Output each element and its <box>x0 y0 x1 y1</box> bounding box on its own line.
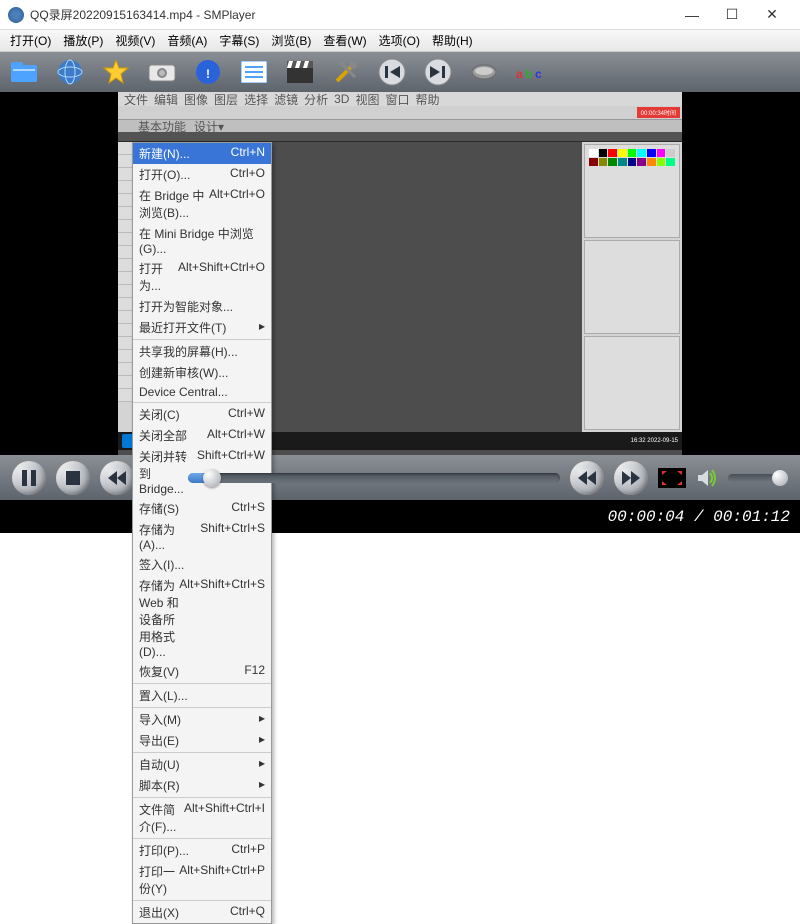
ps-canvas: 新建(N)...Ctrl+N打开(O)...Ctrl+O在 Bridge 中浏览… <box>132 142 582 432</box>
ps-menu-item: 恢复(V)F12 <box>133 661 271 682</box>
ps-adjustments-panel <box>584 240 680 334</box>
screenshot-icon[interactable] <box>146 56 178 88</box>
ps-menu-item: 关闭(C)Ctrl+W <box>133 404 271 425</box>
preferences-icon[interactable] <box>330 56 362 88</box>
menu-help[interactable]: 帮助(H) <box>426 29 479 52</box>
ps-menu-item: 导出(E)▸ <box>133 730 271 751</box>
ps-layers-panel <box>584 336 680 430</box>
skip-back-icon[interactable] <box>376 56 408 88</box>
ps-top: 文件编辑图像图层选择滤镜分析3D视图窗口帮助 00:00:34时间 基本功能设计… <box>118 92 682 142</box>
abc-icon[interactable]: abc <box>514 56 546 88</box>
volume-icon[interactable] <box>696 467 718 489</box>
forward2-button[interactable] <box>614 461 648 495</box>
svg-text:a: a <box>516 67 523 81</box>
clapper-icon[interactable] <box>284 56 316 88</box>
menu-browse[interactable]: 浏览(B) <box>265 29 317 52</box>
favorites-icon[interactable] <box>100 56 132 88</box>
svg-text:c: c <box>535 67 542 81</box>
toolbar: ! abc <box>0 52 800 92</box>
menu-view[interactable]: 查看(W) <box>317 29 372 52</box>
ps-menu-item: 在 Mini Bridge 中浏览(G)... <box>133 223 271 258</box>
ps-toolbox <box>118 142 132 432</box>
svg-text:b: b <box>525 67 532 81</box>
maximize-button[interactable]: ☐ <box>712 1 752 29</box>
ps-menubar: 文件编辑图像图层选择滤镜分析3D视图窗口帮助 <box>118 92 682 106</box>
menu-open[interactable]: 打开(O) <box>4 29 57 52</box>
ps-menu-item: 置入(L)... <box>133 685 271 706</box>
ps-file-menu: 新建(N)...Ctrl+N打开(O)...Ctrl+O在 Bridge 中浏览… <box>132 142 272 924</box>
ps-menu-item: 打印一份(Y)Alt+Shift+Ctrl+P <box>133 861 271 899</box>
ps-menu-item: 在 Bridge 中浏览(B)...Alt+Ctrl+O <box>133 185 271 223</box>
ps-menu-item: 脚本(R)▸ <box>133 775 271 796</box>
skip-fwd-icon[interactable] <box>422 56 454 88</box>
svg-text:!: ! <box>206 67 210 81</box>
ps-menu-item: 打开为智能对象... <box>133 296 271 317</box>
ps-menu-item: Device Central... <box>133 383 271 401</box>
info-icon[interactable]: ! <box>192 56 224 88</box>
ps-menu-item: 存储(S)Ctrl+S <box>133 498 271 519</box>
menu-subtitle[interactable]: 字幕(S) <box>213 29 265 52</box>
ps-menu-item: 导入(M)▸ <box>133 709 271 730</box>
rewind2-button[interactable] <box>570 461 604 495</box>
status-bar: 00:00:04 / 00:01:12 <box>0 500 800 533</box>
ps-menu-item: 打开(O)...Ctrl+O <box>133 164 271 185</box>
seek-thumb[interactable] <box>203 469 221 487</box>
fullscreen-button[interactable] <box>658 468 686 488</box>
window-title: QQ录屏20220915163414.mp4 - SMPlayer <box>30 6 672 23</box>
ps-menu-item: 存储为(A)...Shift+Ctrl+S <box>133 519 271 554</box>
timecode: 00:00:04 / 00:01:12 <box>608 508 790 526</box>
menu-play[interactable]: 播放(P) <box>57 29 109 52</box>
ps-menu-item: 文件简介(F)...Alt+Shift+Ctrl+I <box>133 799 271 837</box>
ps-menu-item: 退出(X)Ctrl+Q <box>133 902 271 923</box>
ps-optionsbar: 00:00:34时间 <box>118 106 682 120</box>
ps-tabs: 基本功能设计▾ <box>118 120 682 132</box>
ps-menu-item: 打开为...Alt+Shift+Ctrl+O <box>133 258 271 296</box>
rewind-button[interactable] <box>100 461 134 495</box>
menu-options[interactable]: 选项(O) <box>373 29 426 52</box>
taskbar-clock: 16:32 2022-09-15 <box>631 438 678 444</box>
seek-slider[interactable] <box>188 473 560 483</box>
ps-menu-item: 签入(I)... <box>133 554 271 575</box>
ps-menu-item: 存储为 Web 和设备所用格式(D)...Alt+Shift+Ctrl+S <box>133 575 271 661</box>
stop-button[interactable] <box>56 461 90 495</box>
ps-swatches-panel <box>584 144 680 238</box>
ps-menu-item: 关闭全部Alt+Ctrl+W <box>133 425 271 446</box>
ps-menu-item: 创建新审核(W)... <box>133 362 271 383</box>
repeat-icon[interactable] <box>468 56 500 88</box>
volume-slider[interactable] <box>728 474 788 482</box>
open-file-icon[interactable] <box>8 56 40 88</box>
ps-menu-item: 最近打开文件(T)▸ <box>133 317 271 338</box>
menu-video[interactable]: 视频(V) <box>109 29 161 52</box>
volume-thumb[interactable] <box>772 470 788 486</box>
close-button[interactable]: ✕ <box>752 1 792 29</box>
ps-time-badge: 00:00:34时间 <box>637 107 680 118</box>
web-icon[interactable] <box>54 56 86 88</box>
app-logo <box>8 7 24 23</box>
ps-menu-item: 打印(P)...Ctrl+P <box>133 840 271 861</box>
video-area: 文件编辑图像图层选择滤镜分析3D视图窗口帮助 00:00:34时间 基本功能设计… <box>0 92 800 455</box>
pause-button[interactable] <box>12 461 46 495</box>
ps-body: 新建(N)...Ctrl+N打开(O)...Ctrl+O在 Bridge 中浏览… <box>118 142 682 432</box>
video-frame: 文件编辑图像图层选择滤镜分析3D视图窗口帮助 00:00:34时间 基本功能设计… <box>118 92 682 455</box>
control-bar <box>0 455 800 500</box>
menubar: 打开(O) 播放(P) 视频(V) 音频(A) 字幕(S) 浏览(B) 查看(W… <box>0 30 800 52</box>
ps-menu-item: 共享我的屏幕(H)... <box>133 341 271 362</box>
playlist-icon[interactable] <box>238 56 270 88</box>
menu-audio[interactable]: 音频(A) <box>161 29 213 52</box>
ps-panels <box>582 142 682 432</box>
ps-menu-item: 自动(U)▸ <box>133 754 271 775</box>
ps-menu-item: 新建(N)...Ctrl+N <box>133 143 271 164</box>
minimize-button[interactable]: — <box>672 1 712 29</box>
titlebar: QQ录屏20220915163414.mp4 - SMPlayer — ☐ ✕ <box>0 0 800 30</box>
